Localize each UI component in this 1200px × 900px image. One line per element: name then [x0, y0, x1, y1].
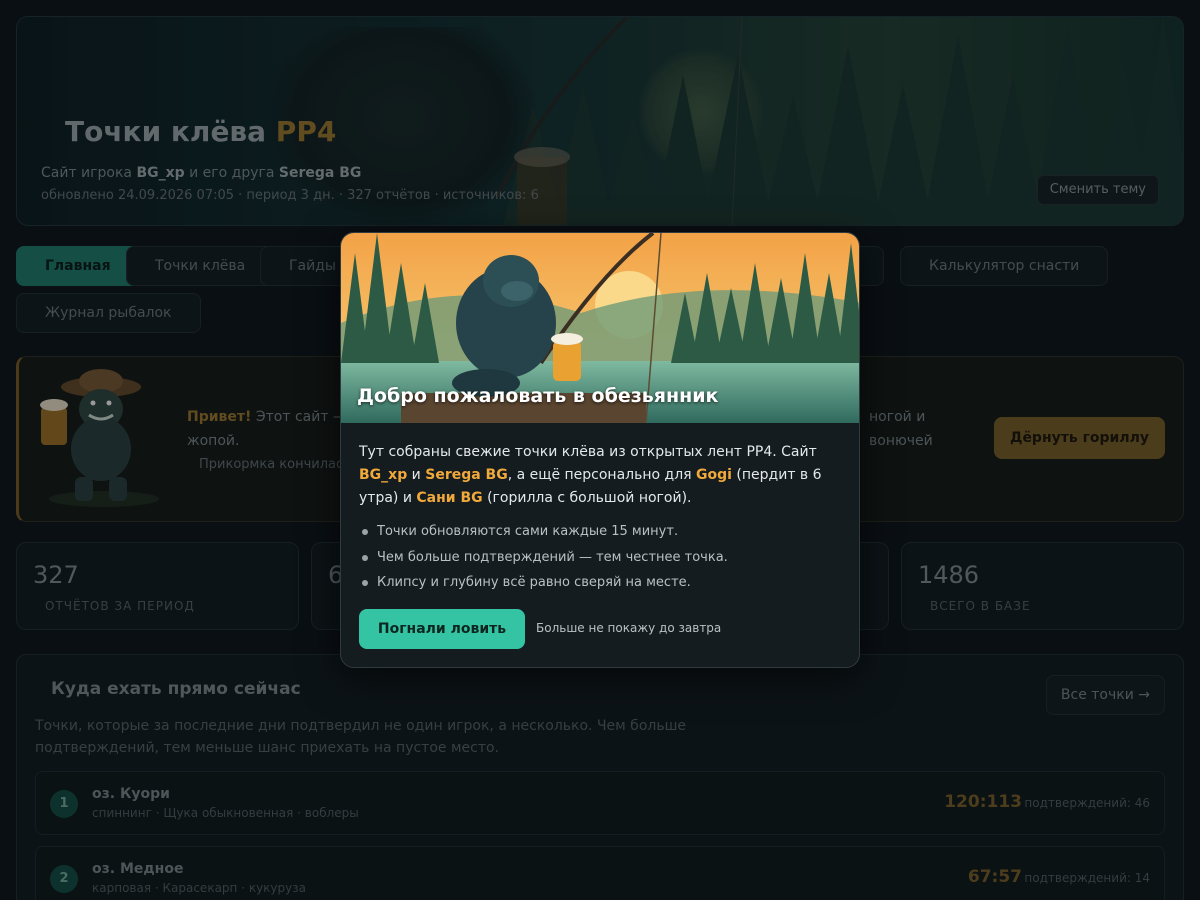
modal-bullets: Точки обновляются сами каждые 15 минут. … [359, 521, 843, 598]
modal-text: и [411, 467, 421, 483]
highlight-gogi: Gogi [696, 467, 732, 483]
modal-text: Тут собраны свежие точки клёва из открыт… [359, 444, 817, 460]
modal-description: Тут собраны свежие точки клёва из открыт… [359, 441, 843, 510]
modal-text: (горилла с большой ногой). [487, 490, 692, 506]
list-item: Точки обновляются сами каждые 15 минут. [359, 521, 843, 547]
modal-text: , а ещё персонально для [507, 467, 692, 483]
page: Точки клёва PP4 Сайт игрока BG_xp и его … [0, 0, 1200, 900]
highlight-sani: Сани BG [416, 490, 483, 506]
highlight-player: BG_xp [359, 467, 408, 483]
list-item: Клипсу и глубину всё равно сверяй на мес… [359, 572, 843, 598]
lets-fish-button[interactable]: Погнали ловить [359, 609, 525, 649]
modal-title: Добро пожаловать в обезьянник [357, 385, 719, 407]
welcome-modal: Добро пожаловать в обезьянник Тут собран… [340, 232, 860, 668]
highlight-friend: Serega BG [425, 467, 508, 483]
dismiss-until-tomorrow-link[interactable]: Больше не покажу до завтра [536, 621, 721, 635]
list-item: Чем больше подтверждений — тем честнее т… [359, 547, 843, 573]
